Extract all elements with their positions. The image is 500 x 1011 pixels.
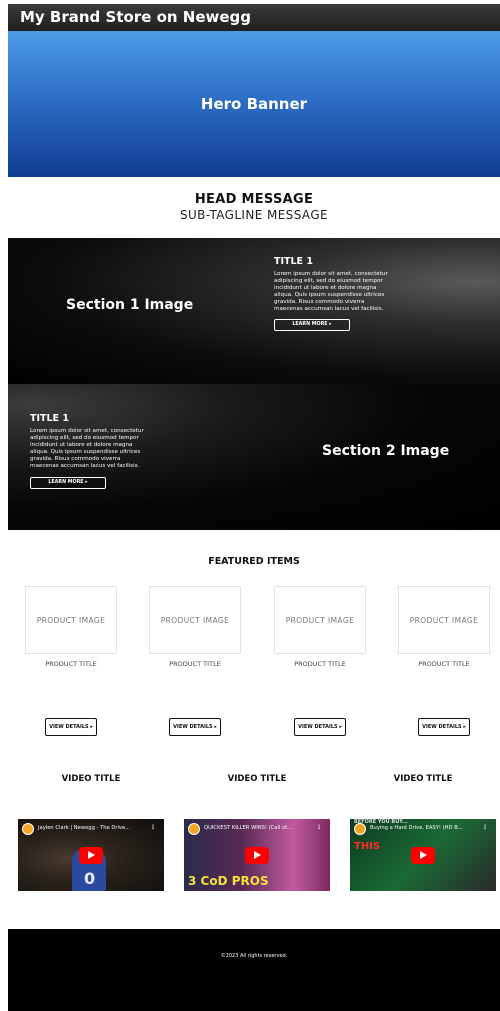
sub-tagline-message: SUB-TAGLINE MESSAGE [179,208,329,222]
product-card[interactable]: PRODUCT IMAGE PRODUCT TITLE [149,586,241,668]
product-title[interactable]: PRODUCT TITLE [25,660,117,668]
hero-banner-label: Hero Banner [200,95,308,113]
product-card[interactable]: PRODUCT IMAGE PRODUCT TITLE [398,586,490,668]
product-image[interactable]: PRODUCT IMAGE [398,586,490,654]
hero-banner[interactable]: Hero Banner [8,31,500,177]
product-title[interactable]: PRODUCT TITLE [398,660,490,668]
section-2-learn-more-button[interactable]: LEARN MORE ▸ [30,476,106,489]
section-1-image-label: Section 1 Image [66,297,194,313]
video-embed[interactable]: 3 CoD PROS QUICKEST KILLER WINS! (Call o… [184,819,330,891]
video-menu-icon[interactable]: ⋮ [482,824,488,831]
section-1-title: TITLE 1 [274,256,313,267]
product-card[interactable]: PRODUCT IMAGE PRODUCT TITLE [274,586,366,668]
section-1-learn-more-button[interactable]: LEARN MORE ▸ [274,318,350,331]
product-card[interactable]: PRODUCT IMAGE PRODUCT TITLE [25,586,117,668]
youtube-play-icon[interactable] [79,847,103,864]
video-thumbnail-text: 3 CoD PROS [188,874,269,888]
video-title: VIDEO TITLE [393,774,453,784]
video-menu-icon[interactable]: ⋮ [316,824,322,831]
view-details-button[interactable]: VIEW DETAILS ▸ [169,718,221,736]
section-1: Section 1 Image TITLE 1 Lorem ipsum dolo… [8,238,500,384]
video-embed[interactable]: 0 Jaylen Clark | Newegg - The Drive... ⋮ [18,819,164,891]
view-details-button[interactable]: VIEW DETAILS ▸ [418,718,470,736]
section-1-body: Lorem ipsum dolor sit amet, consectetur … [274,271,388,313]
view-details-button[interactable]: VIEW DETAILS ▸ [45,718,97,736]
section-2-body: Lorem ipsum dolor sit amet, consectetur … [30,428,144,470]
product-title[interactable]: PRODUCT TITLE [149,660,241,668]
youtube-play-icon[interactable] [245,847,269,864]
video-caption[interactable]: Jaylen Clark | Newegg - The Drive... [38,825,130,831]
product-image[interactable]: PRODUCT IMAGE [25,586,117,654]
video-title: VIDEO TITLE [227,774,287,784]
video-caption[interactable]: QUICKEST KILLER WINS! (Call of... [204,825,292,831]
copyright-text: ©2023 All rights reserved. [220,953,288,959]
section-2: TITLE 1 Lorem ipsum dolor sit amet, cons… [8,384,500,530]
product-image[interactable]: PRODUCT IMAGE [274,586,366,654]
section-2-text-block: TITLE 1 Lorem ipsum dolor sit amet, cons… [30,413,148,489]
section-2-title: TITLE 1 [30,413,69,424]
channel-avatar-icon [188,823,200,835]
video-thumbnail-text: THIS [354,841,381,852]
product-title[interactable]: PRODUCT TITLE [274,660,366,668]
section-2-image-label: Section 2 Image [322,443,450,459]
product-image[interactable]: PRODUCT IMAGE [149,586,241,654]
store-title: My Brand Store on Newegg [20,8,252,26]
view-details-button[interactable]: VIEW DETAILS ▸ [294,718,346,736]
featured-items-title: FEATURED ITEMS [208,556,300,567]
channel-avatar-icon [22,823,34,835]
section-1-text-block: TITLE 1 Lorem ipsum dolor sit amet, cons… [274,256,392,331]
video-caption[interactable]: Buying a Hard Drive, EASY! (HD B... [370,825,463,831]
channel-avatar-icon [354,823,366,835]
video-menu-icon[interactable]: ⋮ [150,824,156,831]
video-thumbnail-number: 0 [84,869,96,888]
youtube-play-icon[interactable] [411,847,435,864]
store-title-bar: My Brand Store on Newegg [8,4,500,31]
head-message: HEAD MESSAGE [194,192,314,207]
footer: ©2023 All rights reserved. [8,929,500,1011]
video-title: VIDEO TITLE [61,774,121,784]
video-embed[interactable]: BEFORE YOU BUY... THIS Buying a Hard Dri… [350,819,496,891]
